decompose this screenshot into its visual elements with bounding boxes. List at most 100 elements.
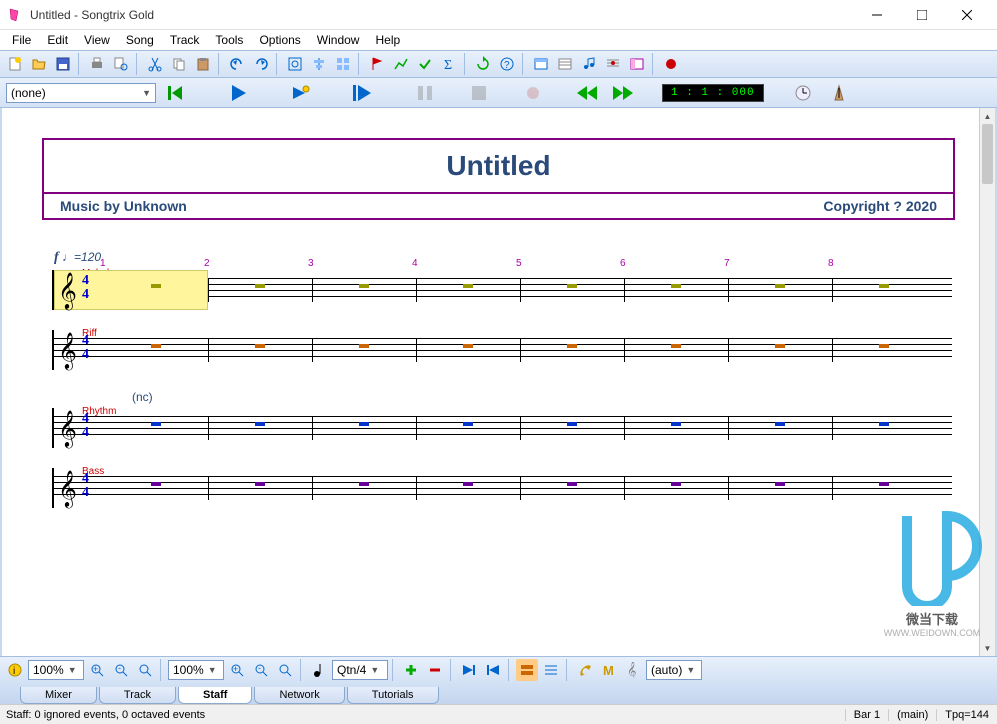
play-button[interactable] [224,82,254,104]
save-button[interactable] [52,53,74,75]
zoom1-in-button[interactable]: + [86,659,108,681]
tab-staff[interactable]: Staff [178,687,252,704]
sum-button[interactable]: Σ [438,53,460,75]
grid-button[interactable] [332,53,354,75]
zoom2-fit-button[interactable] [274,659,296,681]
align-button[interactable] [308,53,330,75]
check-button[interactable] [414,53,436,75]
rest-mark [151,284,161,288]
menu-song[interactable]: Song [118,31,162,49]
flag-button[interactable] [366,53,388,75]
maximize-button[interactable] [899,1,944,29]
scrollbar-thumb[interactable] [982,124,993,184]
record-button[interactable] [660,53,682,75]
zoom1-fit-button[interactable] [134,659,156,681]
staff-row-melody[interactable]: Melody𝄞4412345678 [52,270,995,310]
zoom2-out-button[interactable]: - [250,659,272,681]
rest-mark [567,482,577,486]
staff-row-bass[interactable]: Bass𝄞44 [52,468,995,508]
staff-lines[interactable]: 𝄞44 [52,330,952,370]
new-button[interactable] [4,53,26,75]
play-loop-button[interactable] [286,82,316,104]
marker-button[interactable]: M [598,659,620,681]
add-button[interactable] [400,659,422,681]
svg-text:i: i [13,666,15,677]
forward-button[interactable] [608,82,638,104]
menu-help[interactable]: Help [367,31,408,49]
panel-3-button[interactable] [626,53,648,75]
app-icon [8,7,24,23]
zoom-fit-button[interactable] [284,53,306,75]
svg-text:-: - [118,663,121,673]
cut-button[interactable] [144,53,166,75]
tab-network[interactable]: Network [254,687,344,704]
clock-button[interactable] [788,82,818,104]
goto-end-button[interactable] [482,659,504,681]
clef-button[interactable]: 𝄞 [622,659,644,681]
menu-window[interactable]: Window [309,31,368,49]
rewind-button[interactable] [572,82,602,104]
preset-combo[interactable]: (none) ▼ [6,83,156,103]
rest-mark [359,422,369,426]
position-counter: 1 : 1 : 000 [662,84,764,102]
refresh-button[interactable] [472,53,494,75]
menu-file[interactable]: File [4,31,39,49]
rest-mark [879,482,889,486]
play-from-button[interactable] [348,82,378,104]
rest-mark [671,344,681,348]
menu-view[interactable]: View [76,31,118,49]
bar-number: 6 [620,258,626,269]
help-button[interactable]: ? [496,53,518,75]
undo-button[interactable] [226,53,248,75]
staff-lines[interactable]: 𝄞4412345678 [52,270,952,310]
minimize-button[interactable] [854,1,899,29]
rest-mark [359,284,369,288]
open-button[interactable] [28,53,50,75]
quantize-combo[interactable]: Qtn/4▼ [332,660,388,680]
staff-row-riff[interactable]: Riff𝄞44 [52,330,995,370]
staff-view-button[interactable] [602,53,624,75]
staves-area[interactable]: Melody𝄞4412345678Riff𝄞44(nc)Rhythm𝄞44Bas… [52,270,995,508]
bar-number: 1 [100,258,106,269]
menu-track[interactable]: Track [162,31,208,49]
metronome-button[interactable] [824,82,854,104]
auto-combo[interactable]: (auto)▼ [646,660,702,680]
print-preview-button[interactable] [110,53,132,75]
staff-row-rhythm[interactable]: Rhythm𝄞44 [52,408,995,448]
tab-track[interactable]: Track [99,687,176,704]
rest-mark [463,422,473,426]
remove-button[interactable] [424,659,446,681]
record-transport-button[interactable] [518,82,548,104]
tab-tutorials[interactable]: Tutorials [347,687,439,704]
copy-button[interactable] [168,53,190,75]
menu-options[interactable]: Options [251,31,308,49]
staff-lines[interactable]: 𝄞44 [52,468,952,508]
zoom2-in-button[interactable]: + [226,659,248,681]
paste-button[interactable] [192,53,214,75]
info-button[interactable]: i [4,659,26,681]
stop-button[interactable] [464,82,494,104]
pause-button[interactable] [410,82,440,104]
close-button[interactable] [944,1,989,29]
instrument-button[interactable] [574,659,596,681]
zoom1-out-button[interactable]: - [110,659,132,681]
tab-mixer[interactable]: Mixer [20,687,97,704]
zoom1-combo[interactable]: 100%▼ [28,660,84,680]
panel-1-button[interactable] [530,53,552,75]
note-tool-button[interactable] [308,659,330,681]
notes-button[interactable] [578,53,600,75]
chart-button[interactable] [390,53,412,75]
goto-start-button[interactable] [458,659,480,681]
bar-number: 4 [412,258,418,269]
layout-1-button[interactable] [516,659,538,681]
menu-tools[interactable]: Tools [207,31,251,49]
zoom2-combo[interactable]: 100%▼ [168,660,224,680]
redo-button[interactable] [250,53,272,75]
staff-lines[interactable]: 𝄞44 [52,408,952,448]
panel-2-button[interactable] [554,53,576,75]
layout-2-button[interactable] [540,659,562,681]
print-button[interactable] [86,53,108,75]
rewind-start-button[interactable] [162,82,192,104]
menu-edit[interactable]: Edit [39,31,76,49]
bar-number: 3 [308,258,314,269]
